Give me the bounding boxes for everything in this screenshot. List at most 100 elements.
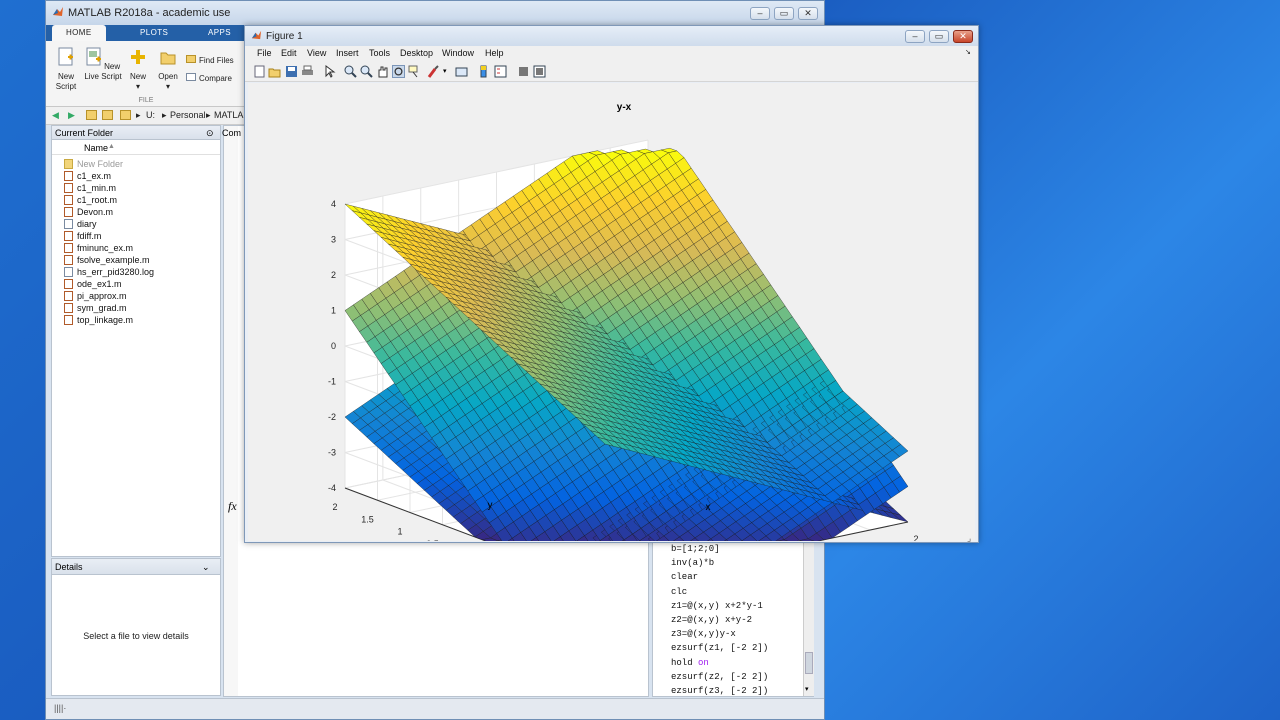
- history-entry[interactable]: hold on: [671, 658, 709, 668]
- function-browser-icon[interactable]: fx: [228, 499, 237, 514]
- rotate-3d-icon[interactable]: [392, 65, 405, 78]
- find-files-button[interactable]: Find Files: [186, 55, 238, 66]
- maximize-button[interactable]: ▭: [774, 7, 794, 20]
- history-entry[interactable]: clc: [671, 587, 687, 597]
- path-segment-personal[interactable]: Personal: [170, 110, 206, 120]
- file-list-item[interactable]: top_linkage.m: [64, 314, 133, 326]
- column-header-name[interactable]: Name ▲: [52, 142, 220, 155]
- path-segment-matlab[interactable]: MATLA: [214, 110, 243, 120]
- zoom-in-icon[interactable]: [344, 65, 357, 78]
- new-figure-icon[interactable]: [253, 65, 266, 78]
- up-folder-icon[interactable]: [86, 110, 97, 120]
- z-tick-label: 2: [331, 270, 336, 280]
- show-plot-tools-icon[interactable]: [533, 65, 546, 78]
- history-scrollbar[interactable]: ▾: [803, 542, 814, 696]
- file-list-item[interactable]: New Folder: [64, 158, 123, 170]
- edit-plot-icon[interactable]: [323, 65, 336, 78]
- chevron-down-icon[interactable]: ⌄: [202, 559, 210, 575]
- history-entry[interactable]: ezsurf(z1, [-2 2]): [671, 643, 768, 653]
- browse-folder-icon[interactable]: [102, 110, 113, 120]
- path-segment-drive[interactable]: U:: [146, 110, 155, 120]
- history-entry[interactable]: z2=@(x,y) x+y-2: [671, 615, 752, 625]
- history-entry[interactable]: inv(a)*b: [671, 558, 714, 568]
- file-name: fdiff.m: [77, 231, 102, 241]
- menu-insert[interactable]: Insert: [336, 48, 359, 58]
- data-cursor-icon[interactable]: [408, 65, 421, 78]
- file-list-item[interactable]: ode_ex1.m: [64, 278, 122, 290]
- file-list-item[interactable]: hs_err_pid3280.log: [64, 266, 154, 278]
- z-tick-label: 4: [331, 199, 336, 209]
- zoom-out-icon[interactable]: [360, 65, 373, 78]
- insert-colorbar-icon[interactable]: [478, 65, 491, 78]
- tab-plots[interactable]: PLOTS: [126, 25, 182, 41]
- back-arrow-icon[interactable]: ◀: [52, 110, 59, 121]
- menu-edit[interactable]: Edit: [281, 48, 297, 58]
- panel-options-icon[interactable]: ⊙: [206, 126, 214, 140]
- maximize-button[interactable]: ▭: [929, 30, 949, 43]
- file-list-item[interactable]: fsolve_example.m: [64, 254, 150, 266]
- z-tick-label: -3: [328, 448, 336, 458]
- compare-button[interactable]: Compare: [186, 73, 238, 84]
- new-button[interactable]: New ▾: [126, 47, 150, 92]
- m-file-icon: [64, 255, 73, 265]
- link-plot-icon[interactable]: [455, 65, 468, 78]
- save-icon[interactable]: [285, 65, 298, 78]
- brush-dropdown-icon[interactable]: ▾: [443, 67, 447, 75]
- menu-desktop[interactable]: Desktop: [400, 48, 433, 58]
- root-folder-icon[interactable]: [120, 110, 131, 120]
- file-list-item[interactable]: pi_approx.m: [64, 290, 127, 302]
- history-entry[interactable]: b=[1;2;0]: [671, 544, 720, 554]
- menu-file[interactable]: File: [257, 48, 272, 58]
- menu-window[interactable]: Window: [442, 48, 474, 58]
- history-entry[interactable]: ezsurf(z3, [-2 2]): [671, 686, 768, 696]
- file-list-item[interactable]: fdiff.m: [64, 230, 101, 242]
- file-list-item[interactable]: c1_ex.m: [64, 170, 111, 182]
- print-icon[interactable]: [301, 65, 314, 78]
- open-button[interactable]: Open ▾: [154, 47, 182, 92]
- current-folder-header: Current Folder ⊙: [52, 126, 220, 140]
- file-list-item[interactable]: fminunc_ex.m: [64, 242, 133, 254]
- file-list-item[interactable]: Devon.m: [64, 206, 113, 218]
- figure-canvas[interactable]: -4-3-2-101234-2-1.5-1-0.500.511.52-2-1.5…: [248, 83, 975, 610]
- hide-plot-tools-icon[interactable]: [517, 65, 530, 78]
- close-button[interactable]: ✕: [953, 30, 973, 43]
- open-file-icon[interactable]: [268, 65, 281, 78]
- new-live-script-button[interactable]: New Live Script: [84, 47, 122, 82]
- file-list-item[interactable]: c1_min.m: [64, 182, 116, 194]
- menu-tools[interactable]: Tools: [369, 48, 390, 58]
- minimize-button[interactable]: –: [905, 30, 925, 43]
- file-list-item[interactable]: sym_grad.m: [64, 302, 127, 314]
- close-button[interactable]: ✕: [798, 7, 818, 20]
- history-entry[interactable]: clear: [671, 572, 698, 582]
- m-file-icon: [64, 231, 73, 241]
- current-folder-panel: Current Folder ⊙ Name ▲ New Folder c1_ex.…: [51, 125, 221, 557]
- dock-arrow-icon[interactable]: ↘: [965, 48, 971, 56]
- new-script-button[interactable]: New Script: [52, 47, 80, 92]
- insert-legend-icon[interactable]: [494, 65, 507, 78]
- figure-window: Figure 1 – ▭ ✕ File Edit View Insert Too…: [244, 25, 979, 610]
- m-file-icon: [64, 207, 73, 217]
- z-tick-label: -1: [328, 377, 336, 387]
- menu-view[interactable]: View: [307, 48, 326, 58]
- address-bar: ◀ ▶ ▸ U: ▸ Personal ▸ MATLA: [46, 107, 246, 125]
- y-tick-label: 1: [397, 527, 402, 537]
- pan-icon[interactable]: [376, 65, 389, 78]
- matlab-titlebar: MATLAB R2018a - academic use – ▭ ✕: [46, 1, 824, 25]
- menu-help[interactable]: Help: [485, 48, 504, 58]
- surface-plot[interactable]: -4-3-2-101234-2-1.5-1-0.500.511.52-2-1.5…: [248, 83, 975, 610]
- minimize-button[interactable]: –: [750, 7, 770, 20]
- file-list-item[interactable]: diary: [64, 218, 97, 230]
- forward-arrow-icon[interactable]: ▶: [68, 110, 75, 121]
- resize-grip-icon[interactable]: ⌟: [967, 533, 971, 544]
- file-list-item[interactable]: c1_root.m: [64, 194, 117, 206]
- plot-title: y-x: [617, 102, 632, 113]
- history-entry[interactable]: ezsurf(z2, [-2 2]): [671, 672, 768, 682]
- scroll-down-icon[interactable]: ▾: [805, 685, 809, 693]
- brush-icon[interactable]: [427, 65, 440, 78]
- command-history-panel: b=[1;2;0] inv(a)*b clear clc z1=@(x,y) x+2*y…: [652, 541, 814, 697]
- history-entry[interactable]: z1=@(x,y) x+2*y-1: [671, 601, 763, 611]
- history-entry[interactable]: z3=@(x,y)y-x: [671, 629, 736, 639]
- tab-apps[interactable]: APPS: [194, 25, 245, 41]
- find-files-label: Find Files: [199, 56, 234, 65]
- scroll-thumb[interactable]: [805, 652, 813, 674]
